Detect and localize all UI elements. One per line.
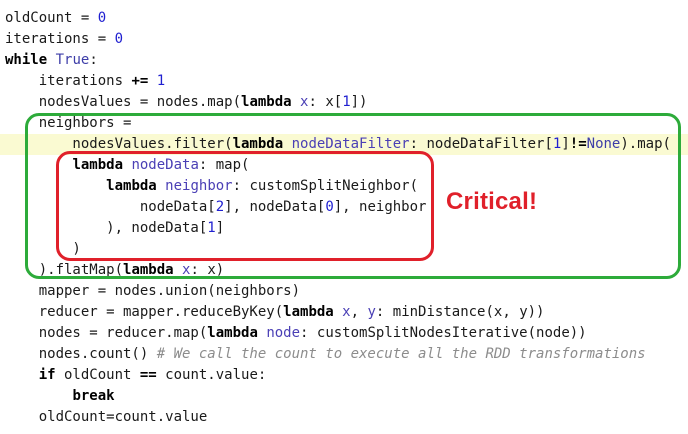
code-token: oldCount=count.value [5, 409, 208, 425]
code-line: mapper = nodes.union(neighbors) [0, 281, 688, 302]
code-token: node [266, 325, 301, 341]
code-line: if oldCount == count.value: [0, 365, 688, 386]
code-token: # We call the count to execute all the R… [156, 346, 646, 362]
code-token: while [5, 52, 48, 68]
code-token: oldCount = [5, 10, 98, 26]
code-token: reducer = mapper.reduceByKey( [5, 304, 284, 320]
code-line: oldCount = 0 [0, 8, 688, 29]
code-token: : [89, 52, 98, 68]
code-token: 0 [114, 31, 124, 47]
code-line: iterations = 0 [0, 29, 688, 50]
code-line: nodesValues = nodes.map(lambda x: x[1]) [0, 92, 688, 113]
code-token: iterations = [5, 31, 115, 47]
code-token: ]) [350, 94, 368, 110]
code-token: nodes = reducer.map( [5, 325, 208, 341]
code-token: mapper = nodes.union(neighbors) [5, 283, 301, 299]
code-token: True [55, 52, 90, 68]
code-token: if [38, 367, 56, 383]
code-token: == [139, 367, 157, 383]
code-line: iterations += 1 [0, 71, 688, 92]
code-token: 1 [342, 94, 351, 110]
code-token: lambda [207, 325, 258, 341]
code-token: y [367, 304, 376, 320]
code-token: 0 [97, 10, 107, 26]
code-token: : customSplitNodesIterative(node)) [300, 325, 587, 341]
code-token: : x[ [308, 94, 343, 110]
code-token: 1 [156, 73, 166, 89]
code-line: nodes.count() # We call the count to exe… [0, 344, 688, 365]
code-token: lambda [241, 94, 292, 110]
code-token: : minDistance(x, y)) [375, 304, 545, 320]
code-token: count.value: [156, 367, 267, 383]
inner-highlight-box [56, 151, 434, 261]
code-line: break [0, 386, 688, 407]
code-token: += [131, 73, 149, 89]
critical-callout: Critical! [446, 188, 538, 215]
code-line: while True: [0, 50, 688, 71]
code-token: nodesValues = nodes.map( [5, 94, 242, 110]
code-line: nodes = reducer.map(lambda node: customS… [0, 323, 688, 344]
code-token: iterations [5, 73, 132, 89]
code-token: break [72, 388, 115, 404]
code-line: oldCount=count.value [0, 407, 688, 428]
code-line: reducer = mapper.reduceByKey(lambda x, y… [0, 302, 688, 323]
code-token: , [350, 304, 368, 320]
code-token: x [342, 304, 351, 320]
code-token: oldCount [55, 367, 140, 383]
code-token: nodes.count() [5, 346, 157, 362]
code-token: lambda [283, 304, 334, 320]
